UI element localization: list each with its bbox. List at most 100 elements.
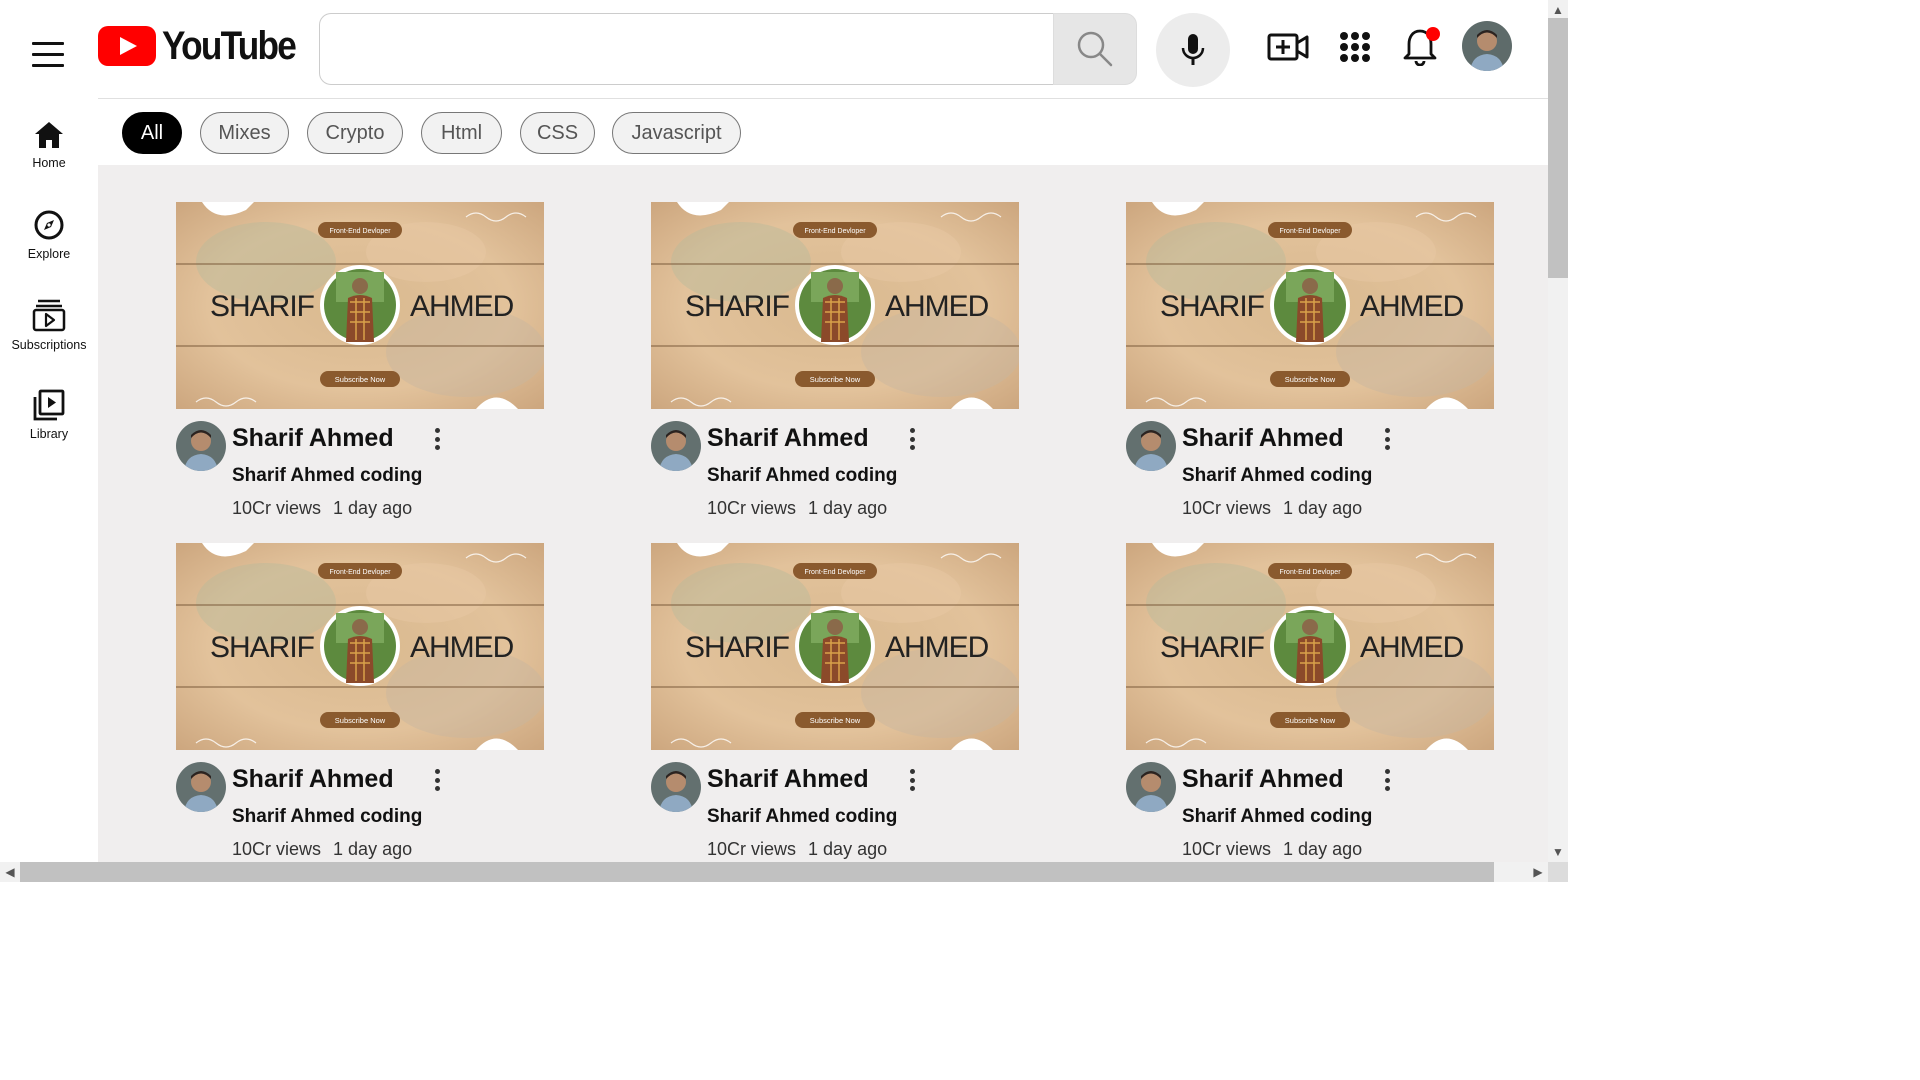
sidebar-item-explore[interactable]: Explore: [0, 209, 98, 261]
chip-all[interactable]: All: [122, 112, 182, 154]
video-title[interactable]: Sharif Ahmed: [707, 424, 869, 453]
video-thumbnail[interactable]: Front-End Devloper SHARIF AHMED Subscrib…: [651, 202, 1019, 409]
channel-name[interactable]: Sharif Ahmed coding: [232, 465, 422, 487]
video-card: Front-End Devloper SHARIF AHMED Subscrib…: [651, 543, 1019, 862]
scroll-down-icon[interactable]: ▼: [1548, 842, 1568, 862]
search-input[interactable]: [320, 14, 1054, 84]
sidebar-item-subscriptions[interactable]: Subscriptions: [0, 298, 98, 352]
svg-text:Subscribe Now: Subscribe Now: [335, 716, 386, 725]
scroll-up-icon[interactable]: ▲: [1548, 0, 1568, 20]
menu-icon[interactable]: [32, 42, 64, 68]
svg-text:AHMED: AHMED: [410, 631, 514, 664]
channel-avatar[interactable]: [1126, 421, 1176, 471]
sidebar-item-library[interactable]: Library: [0, 389, 98, 441]
video-card: Front-End Devloper SHARIF AHMED Subscrib…: [651, 202, 1019, 532]
view-count: 10Cr views: [232, 839, 322, 859]
notifications-button[interactable]: [1398, 25, 1442, 69]
video-meta: 10Cr views 1 day ago: [232, 839, 412, 860]
video-title[interactable]: Sharif Ahmed: [232, 424, 394, 453]
search-button[interactable]: [1053, 13, 1137, 85]
apps-grid-icon: [1340, 32, 1370, 62]
more-options-icon[interactable]: [430, 426, 444, 452]
video-card: Front-End Devloper SHARIF AHMED Subscrib…: [1126, 202, 1494, 532]
video-meta: 10Cr views 1 day ago: [707, 839, 887, 860]
sidebar-item-label: Home: [32, 156, 66, 170]
library-icon: [33, 389, 65, 421]
view-count: 10Cr views: [707, 839, 797, 859]
svg-text:SHARIF: SHARIF: [1160, 290, 1265, 323]
svg-text:Subscribe Now: Subscribe Now: [335, 375, 386, 384]
video-title[interactable]: Sharif Ahmed: [1182, 765, 1344, 794]
svg-text:Front-End Devloper: Front-End Devloper: [329, 569, 391, 576]
channel-avatar[interactable]: [176, 762, 226, 812]
scroll-left-icon[interactable]: ◀: [0, 862, 20, 882]
search-field[interactable]: [319, 13, 1054, 85]
scroll-right-icon[interactable]: ▶: [1528, 862, 1548, 882]
svg-text:Front-End Devloper: Front-End Devloper: [804, 569, 866, 576]
notification-badge: [1426, 27, 1440, 41]
sidebar-item-label: Explore: [27, 247, 71, 261]
channel-name[interactable]: Sharif Ahmed coding: [707, 806, 897, 828]
more-options-icon[interactable]: [905, 767, 919, 793]
chip-css[interactable]: CSS: [520, 112, 595, 154]
filter-chips-bar: All Mixes Crypto Html CSS Javascript: [98, 98, 1548, 165]
video-thumbnail[interactable]: Front-End Devloper SHARIF AHMED Subscrib…: [651, 543, 1019, 750]
video-thumbnail[interactable]: Front-End Devloper SHARIF AHMED Subscrib…: [176, 202, 544, 409]
view-count: 10Cr views: [1182, 839, 1272, 859]
more-options-icon[interactable]: [905, 426, 919, 452]
upload-age: 1 day ago: [333, 839, 413, 859]
svg-text:Front-End Devloper: Front-End Devloper: [1279, 569, 1341, 576]
svg-text:Subscribe Now: Subscribe Now: [810, 716, 861, 725]
sidebar-item-home[interactable]: Home: [0, 120, 98, 170]
video-card: Front-End Devloper SHARIF AHMED Subscrib…: [1126, 543, 1494, 862]
create-video-button[interactable]: [1266, 25, 1310, 69]
user-avatar[interactable]: [1462, 21, 1512, 71]
channel-name[interactable]: Sharif Ahmed coding: [1182, 465, 1372, 487]
upload-age: 1 day ago: [808, 498, 888, 518]
sidebar-item-label: Library: [29, 427, 69, 441]
channel-name[interactable]: Sharif Ahmed coding: [707, 465, 897, 487]
channel-avatar[interactable]: [651, 421, 701, 471]
vertical-scroll-thumb[interactable]: [1548, 18, 1568, 278]
view-count: 10Cr views: [232, 498, 322, 518]
svg-text:AHMED: AHMED: [885, 290, 989, 323]
channel-avatar[interactable]: [1126, 762, 1176, 812]
more-options-icon[interactable]: [430, 767, 444, 793]
voice-search-button[interactable]: [1156, 13, 1230, 87]
video-title[interactable]: Sharif Ahmed: [707, 765, 869, 794]
svg-text:AHMED: AHMED: [885, 631, 989, 664]
logo-text: YouTube: [162, 23, 297, 68]
video-title[interactable]: Sharif Ahmed: [232, 765, 394, 794]
more-options-icon[interactable]: [1380, 767, 1394, 793]
chip-javascript[interactable]: Javascript: [612, 112, 741, 154]
search-icon: [1077, 31, 1113, 67]
svg-text:AHMED: AHMED: [1360, 631, 1464, 664]
channel-avatar[interactable]: [176, 421, 226, 471]
video-card: Front-End Devloper SHARIF AHMED Subscrib…: [176, 543, 544, 862]
youtube-play-icon: [98, 26, 156, 66]
channel-name[interactable]: Sharif Ahmed coding: [232, 806, 422, 828]
chip-mixes[interactable]: Mixes: [200, 112, 289, 154]
channel-avatar[interactable]: [651, 762, 701, 812]
apps-button[interactable]: [1333, 25, 1377, 69]
video-thumbnail[interactable]: Front-End Devloper SHARIF AHMED Subscrib…: [1126, 543, 1494, 750]
video-meta: 10Cr views 1 day ago: [707, 498, 887, 519]
video-thumbnail[interactable]: Front-End Devloper SHARIF AHMED Subscrib…: [1126, 202, 1494, 409]
more-options-icon[interactable]: [1380, 426, 1394, 452]
horizontal-scroll-thumb[interactable]: [20, 862, 1494, 882]
scrollbar-corner: [1548, 862, 1568, 882]
microphone-icon: [1181, 34, 1205, 65]
video-title[interactable]: Sharif Ahmed: [1182, 424, 1344, 453]
svg-text:SHARIF: SHARIF: [1160, 631, 1265, 664]
chip-crypto[interactable]: Crypto: [307, 112, 403, 154]
chip-html[interactable]: Html: [421, 112, 502, 154]
svg-text:SHARIF: SHARIF: [685, 631, 790, 664]
upload-age: 1 day ago: [333, 498, 413, 518]
subscriptions-icon: [32, 299, 66, 332]
channel-name[interactable]: Sharif Ahmed coding: [1182, 806, 1372, 828]
svg-text:Front-End Devloper: Front-End Devloper: [1279, 228, 1341, 235]
video-thumbnail[interactable]: Front-End Devloper SHARIF AHMED Subscrib…: [176, 543, 544, 750]
youtube-logo[interactable]: YouTube: [98, 24, 313, 68]
upload-age: 1 day ago: [808, 839, 888, 859]
home-icon: [35, 122, 63, 148]
